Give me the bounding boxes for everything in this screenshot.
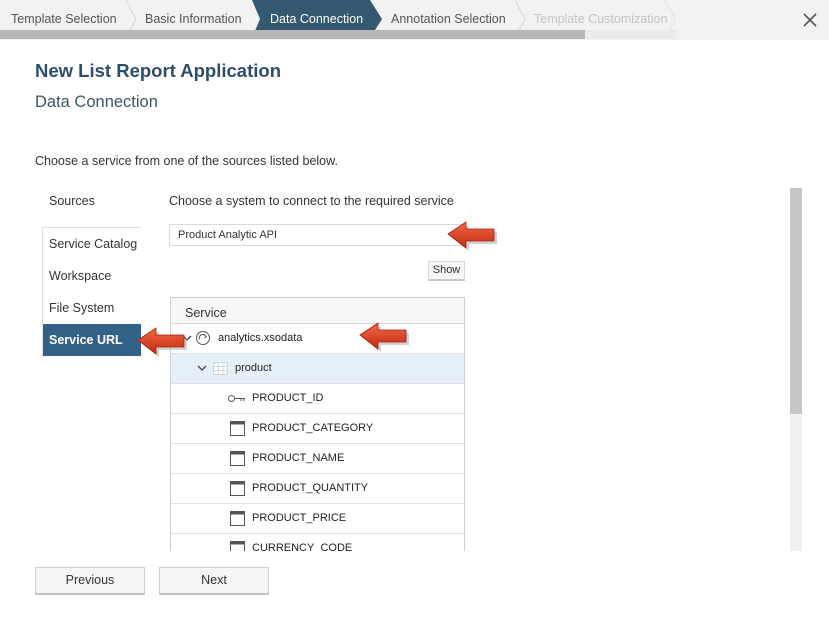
source-item-file-system[interactable]: File System: [43, 292, 141, 324]
red-arrow-annotation: [137, 327, 187, 357]
chevron-down-icon[interactable]: [197, 363, 207, 373]
app-title: New List Report Application: [35, 60, 281, 81]
system-select[interactable]: Product Analytic API: [169, 224, 465, 246]
close-icon[interactable]: [800, 10, 820, 30]
tree-row-label: PRODUCT_QUANTITY: [252, 482, 369, 494]
tree-row-property[interactable]: PRODUCT_CATEGORY: [171, 414, 464, 444]
tree-row-label: PRODUCT_CATEGORY: [252, 422, 374, 434]
system-select-value: Product Analytic API: [178, 229, 278, 241]
tree-row-label: product: [235, 362, 272, 374]
page-subtitle: Data Connection: [35, 93, 158, 111]
property-icon: [230, 451, 245, 466]
service-tree: Service analytics.xsodata product PRODUC…: [170, 297, 465, 551]
show-button[interactable]: Show: [428, 261, 465, 281]
previous-button[interactable]: Previous: [35, 567, 145, 595]
property-icon: [230, 421, 245, 436]
red-arrow-annotation: [447, 221, 497, 251]
source-item-workspace[interactable]: Workspace: [43, 260, 141, 292]
wizard-bar: Template Selection Basic Information Dat…: [0, 0, 829, 40]
property-icon: [230, 481, 245, 496]
service-icon: [196, 331, 210, 345]
tree-row-label: PRODUCT_ID: [252, 392, 324, 404]
source-item-service-url[interactable]: Service URL: [43, 324, 141, 356]
tree-column-header: Service: [171, 298, 464, 324]
entity-set-icon: [213, 362, 228, 375]
tree-row-property[interactable]: PRODUCT_PRICE: [171, 504, 464, 534]
tree-row-label: analytics.xsodata: [218, 332, 303, 344]
red-arrow-annotation: [359, 322, 409, 352]
property-icon: [230, 541, 245, 551]
system-heading: Choose a system to connect to the requir…: [169, 194, 454, 208]
tree-row-property[interactable]: CURRENCY_CODE: [171, 534, 464, 551]
source-item-service-catalog[interactable]: Service Catalog: [43, 228, 141, 260]
tree-row-service[interactable]: analytics.xsodata: [171, 324, 464, 354]
next-button[interactable]: Next: [159, 567, 269, 595]
scrollbar-thumb[interactable]: [790, 188, 802, 414]
wizard-progress-fill: [0, 30, 585, 39]
tree-row-label: PRODUCT_NAME: [252, 452, 345, 464]
tree-row-entity-set[interactable]: product: [171, 354, 464, 384]
key-icon: [228, 395, 245, 402]
instruction-text: Choose a service from one of the sources…: [35, 154, 338, 168]
tree-row-property[interactable]: PRODUCT_NAME: [171, 444, 464, 474]
tree-row-label: CURRENCY_CODE: [252, 542, 353, 551]
property-icon: [230, 511, 245, 526]
sources-heading: Sources: [49, 194, 95, 208]
tree-row-property[interactable]: PRODUCT_QUANTITY: [171, 474, 464, 504]
tree-column-header-label: Service: [185, 306, 227, 320]
tree-row-label: PRODUCT_PRICE: [252, 512, 347, 524]
tree-row-property[interactable]: PRODUCT_ID: [171, 384, 464, 414]
sources-list: Service Catalog Workspace File System Se…: [42, 227, 141, 356]
